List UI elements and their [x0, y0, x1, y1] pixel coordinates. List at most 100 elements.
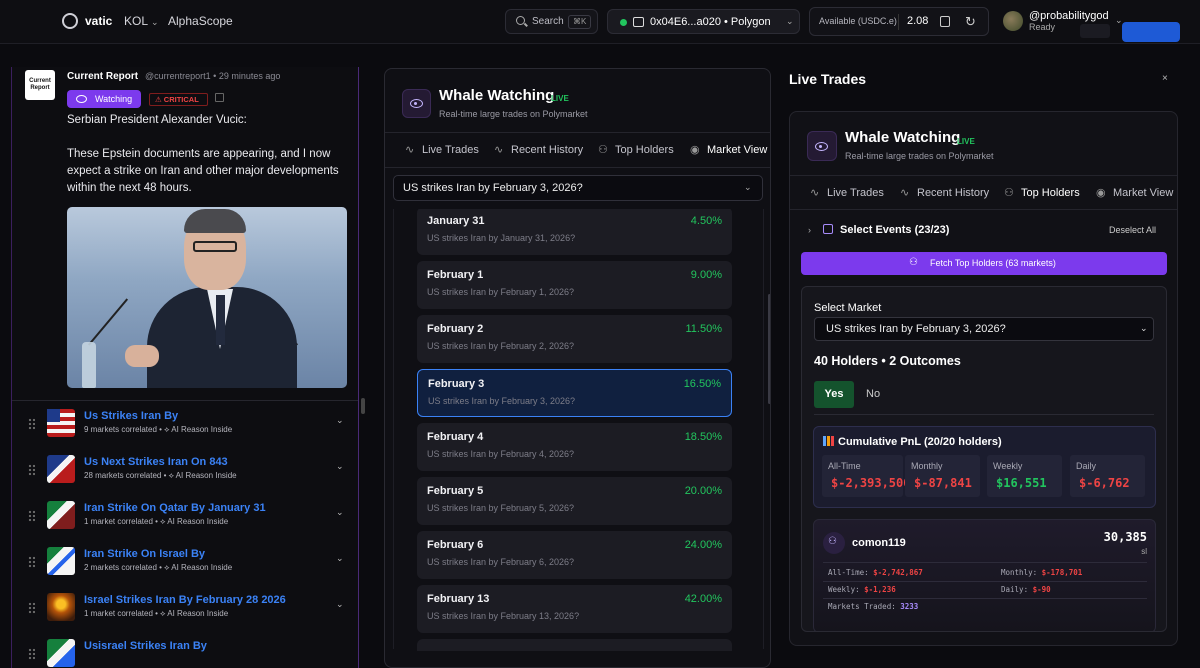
pnl-title: Cumulative PnL (20/20 holders) — [823, 436, 1002, 448]
outcome-no-tab[interactable]: No — [866, 388, 880, 400]
users-icon: ⚇ — [828, 536, 837, 547]
select-market-value: US strikes Iran by February 3, 2026? — [826, 323, 1006, 335]
market-percent: 16.50% — [683, 378, 721, 390]
holder-alltime: All-Time: $-2,742,867 — [828, 568, 923, 577]
tab-market-view[interactable]: ◉ Market View — [690, 143, 767, 156]
market-list: January 31 US strikes Iran by January 31,… — [385, 209, 770, 651]
tab-label: Recent History — [511, 144, 584, 156]
watching-label: Watching — [95, 94, 133, 104]
drag-handle-icon[interactable] — [28, 648, 35, 660]
event-title: Iran Strike On Israel By — [84, 548, 206, 560]
tab-label: Market View — [1113, 187, 1174, 199]
chevron-down-icon[interactable]: ⌄ — [336, 461, 344, 472]
holder-name[interactable]: comon119 — [852, 537, 906, 549]
market-item[interactable]: February 6 US strikes Iran by February 6,… — [417, 531, 732, 579]
market-item[interactable] — [417, 639, 732, 651]
holder-daily: Daily: $-90 — [1001, 585, 1051, 594]
holder-traded-label: Markets Traded: — [828, 602, 896, 611]
market-item[interactable]: February 4 US strikes Iran by February 4,… — [417, 423, 732, 471]
checkbox-icon[interactable] — [823, 224, 833, 234]
users-icon: ⚇ — [1004, 187, 1014, 199]
brand-name[interactable]: vatic — [85, 14, 112, 28]
event-item[interactable]: Usisrael Strikes Iran By — [12, 635, 358, 668]
connected-status-dot — [620, 19, 627, 26]
nav-kol[interactable]: KOL ⌄ — [124, 14, 159, 28]
event-subtitle: 1 market correlated • ⟡ AI Reason Inside — [84, 609, 229, 618]
users-icon: ⚇ — [909, 257, 918, 268]
market-item[interactable]: January 31 US strikes Iran by January 31,… — [417, 209, 732, 255]
drag-handle-icon[interactable] — [28, 556, 35, 568]
external-link-icon[interactable] — [215, 93, 224, 102]
drag-handle-icon[interactable] — [28, 602, 35, 614]
search-button[interactable]: Search ⌘K — [505, 9, 598, 34]
post-image[interactable] — [67, 207, 347, 388]
stat-value: $-6,762 — [1079, 476, 1130, 490]
panel-resize-handle[interactable] — [361, 398, 365, 414]
holder-shares-unit: sl — [1141, 547, 1147, 556]
post-author[interactable]: Current Report — [67, 71, 138, 82]
tab-recent-history[interactable]: ∿ Recent History — [494, 143, 583, 156]
tab-label: Top Holders — [615, 144, 674, 156]
header-primary-button[interactable] — [1122, 22, 1180, 42]
tab-market-view[interactable]: ◉ Market View — [1096, 186, 1173, 199]
balance-box: Available (USDC.e) 2.08 ↻ — [809, 7, 989, 36]
market-item[interactable]: February 5 US strikes Iran by February 5,… — [417, 477, 732, 525]
post-meta: @currentreport1 • 29 minutes ago — [145, 71, 281, 81]
refresh-icon[interactable]: ↻ — [965, 14, 976, 30]
user-avatar[interactable] — [1003, 11, 1023, 31]
divider — [823, 598, 1147, 599]
market-select[interactable]: US strikes Iran by February 3, 2026? ⌄ — [393, 175, 763, 201]
username[interactable]: @probabilitygod — [1029, 10, 1109, 22]
divider — [385, 167, 770, 168]
nav-alphascope[interactable]: AlphaScope — [168, 14, 233, 28]
vatic-logo-icon[interactable] — [62, 13, 78, 29]
select-market-dropdown[interactable]: US strikes Iran by February 3, 2026? ⌄ — [814, 317, 1154, 341]
market-name: February 13 — [427, 593, 490, 605]
eye-icon: ◉ — [690, 144, 700, 156]
iran-israel-flag-icon — [47, 547, 75, 575]
fetch-top-holders-button[interactable]: ⚇ Fetch Top Holders (63 markets) — [801, 252, 1167, 275]
wallet-address: 0x04E6...a020 • Polygon — [650, 16, 771, 28]
post-avatar[interactable]: Current Report — [25, 70, 55, 100]
tab-recent-history[interactable]: ∿ Recent History — [900, 186, 989, 199]
post-text: Serbian President Alexander Vucic: These… — [67, 114, 339, 194]
chevron-down-icon[interactable]: ⌄ — [336, 507, 344, 518]
chevron-down-icon[interactable]: ⌄ — [336, 553, 344, 564]
market-item[interactable]: February 1 US strikes Iran by February 1,… — [417, 261, 732, 309]
live-badge: LIVE — [957, 137, 975, 146]
outcome-yes-tab[interactable]: Yes — [814, 381, 854, 408]
event-item[interactable]: Us Strikes Iran By 9 markets correlated … — [12, 405, 358, 450]
deposit-icon[interactable] — [940, 16, 950, 27]
market-item-selected[interactable]: February 3 US strikes Iran by February 3,… — [417, 369, 732, 417]
tab-live-trades[interactable]: ∿ Live Trades — [810, 186, 884, 199]
deselect-all-button[interactable]: Deselect All — [1109, 225, 1156, 235]
tab-top-holders[interactable]: ⚇ Top Holders — [1004, 186, 1080, 199]
chevron-down-icon[interactable]: ⌄ — [336, 415, 344, 426]
balance-divider — [898, 14, 899, 30]
event-item[interactable]: Us Next Strikes Iran On 843 28 markets c… — [12, 451, 358, 496]
holder-daily-label: Daily: — [1001, 585, 1029, 594]
stat-weekly: Weekly $16,551 — [987, 455, 1062, 497]
tab-top-holders[interactable]: ⚇ Top Holders — [598, 143, 674, 156]
drag-handle-icon[interactable] — [28, 510, 35, 522]
select-events-toggle[interactable]: › Select Events (23/23) — [808, 224, 949, 236]
drag-handle-icon[interactable] — [28, 464, 35, 476]
tab-live-trades[interactable]: ∿ Live Trades — [405, 143, 479, 156]
event-item[interactable]: Iran Strike On Qatar By January 31 1 mar… — [12, 497, 358, 542]
chevron-down-icon[interactable]: ⌄ — [336, 599, 344, 610]
divider — [823, 562, 1147, 563]
header-secondary-button[interactable] — [1080, 24, 1110, 38]
watching-button[interactable]: Watching — [67, 90, 141, 108]
drag-handle-icon[interactable] — [28, 418, 35, 430]
market-question: US strikes Iran by February 3, 2026? — [428, 396, 576, 406]
whale-watching-subtitle: Real-time large trades on Polymarket — [845, 151, 994, 161]
scrollbar[interactable] — [768, 294, 770, 404]
holder-traded-value: 3233 — [900, 602, 919, 611]
holder-card[interactable]: ⚇ comon119 30,385 sl All-Time: $-2,742,8… — [813, 519, 1156, 631]
event-item[interactable]: Israel Strikes Iran By February 28 2026 … — [12, 589, 358, 634]
market-item[interactable]: February 2 US strikes Iran by February 2,… — [417, 315, 732, 363]
close-icon[interactable]: × — [1162, 73, 1168, 84]
event-item[interactable]: Iran Strike On Israel By 2 markets corre… — [12, 543, 358, 588]
wallet-selector[interactable]: 0x04E6...a020 • Polygon ⌄ — [607, 9, 800, 34]
market-item[interactable]: February 13 US strikes Iran by February 1… — [417, 585, 732, 633]
